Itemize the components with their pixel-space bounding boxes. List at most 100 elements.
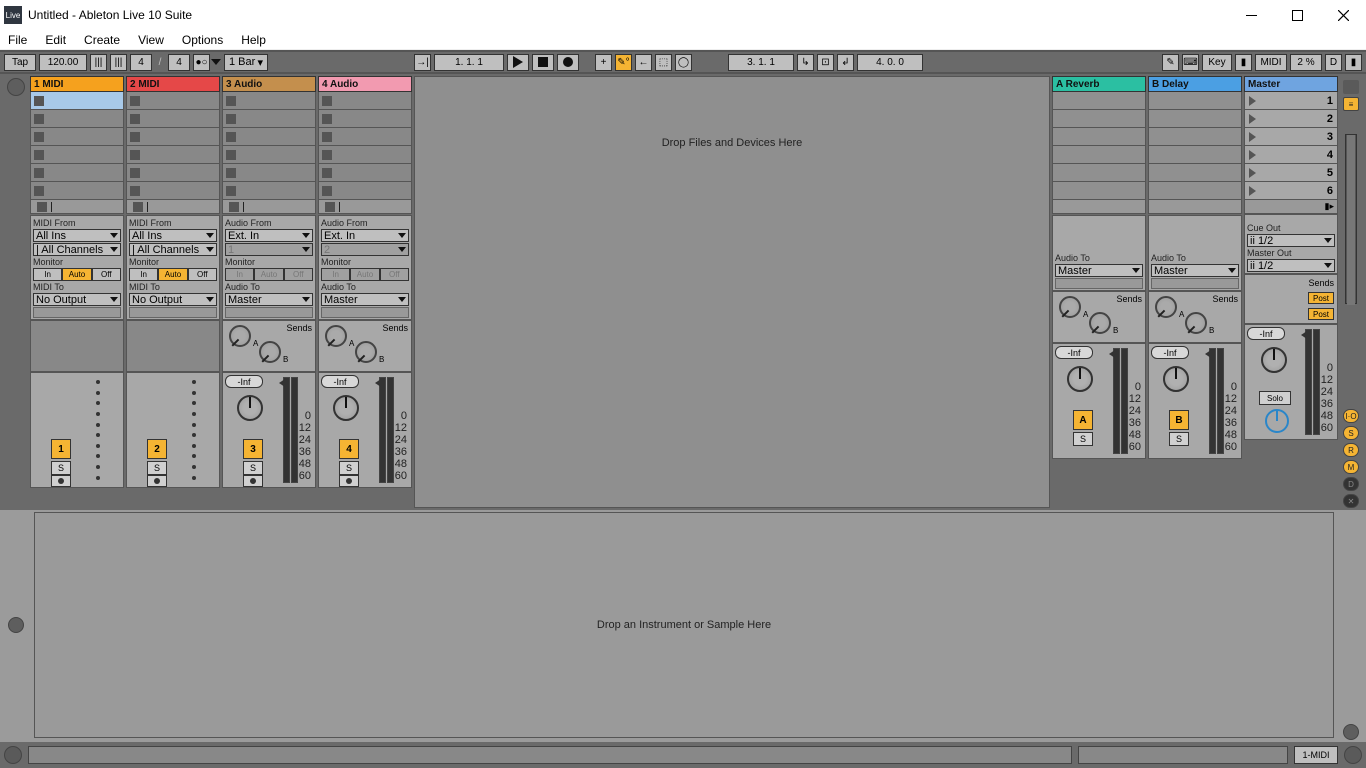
browser-toggle[interactable] xyxy=(7,78,25,96)
clip-slot[interactable] xyxy=(30,164,124,182)
menu-create[interactable]: Create xyxy=(84,33,120,47)
send-b-knob[interactable] xyxy=(1089,312,1111,334)
output-select[interactable]: Master xyxy=(1055,264,1143,277)
output-select[interactable]: No Output xyxy=(129,293,217,306)
monitor-in[interactable]: In xyxy=(129,268,158,281)
track-activator[interactable]: B xyxy=(1169,410,1189,430)
follow-button[interactable]: →| xyxy=(414,54,431,71)
clip-slot[interactable] xyxy=(126,128,220,146)
output-select[interactable]: Master xyxy=(321,293,409,306)
clip-slot[interactable] xyxy=(222,164,316,182)
monitor-off[interactable]: Off xyxy=(380,268,409,281)
returns-section-toggle[interactable]: R xyxy=(1343,443,1359,457)
clip-slot[interactable] xyxy=(318,128,412,146)
midi-track-indicator[interactable]: 1-MIDI xyxy=(1294,746,1338,764)
track-activator[interactable]: 4 xyxy=(339,439,359,459)
scene-1[interactable]: 1 xyxy=(1244,92,1338,110)
session-drop-area[interactable]: Drop Files and Devices Here xyxy=(414,76,1050,508)
clip-slot[interactable] xyxy=(30,92,124,110)
output-channel-select[interactable] xyxy=(129,307,217,318)
capture-button[interactable]: ⬚ xyxy=(655,54,672,71)
io-section-toggle[interactable]: I·O xyxy=(1343,409,1359,423)
track-activator[interactable]: 2 xyxy=(147,439,167,459)
clip-slot[interactable] xyxy=(30,128,124,146)
pan-knob[interactable] xyxy=(333,395,359,421)
pan-knob[interactable] xyxy=(1067,366,1093,392)
clip-slot[interactable] xyxy=(126,92,220,110)
input-channel-select[interactable]: | All Channels xyxy=(129,243,217,256)
track-title[interactable]: 4 Audio xyxy=(318,76,412,92)
delay-section-toggle[interactable]: D xyxy=(1343,477,1359,491)
loop-length[interactable]: 4. 0. 0 xyxy=(857,54,923,71)
pan-knob[interactable] xyxy=(1163,366,1189,392)
monitor-auto[interactable]: Auto xyxy=(158,268,187,281)
output-channel-select[interactable] xyxy=(1055,278,1143,289)
clip-slot[interactable] xyxy=(222,92,316,110)
monitor-in[interactable]: In xyxy=(321,268,350,281)
send-a-knob[interactable] xyxy=(1059,296,1081,318)
menu-file[interactable]: File xyxy=(8,33,27,47)
solo-button[interactable]: S xyxy=(1073,432,1093,446)
overview-icon[interactable] xyxy=(1343,80,1359,94)
computer-midi-keyboard[interactable]: ⌨ xyxy=(1182,54,1199,71)
dev-toggle-right[interactable] xyxy=(1343,724,1359,740)
tap-tempo-button[interactable]: Tap xyxy=(4,54,36,71)
monitor-off[interactable]: Off xyxy=(188,268,217,281)
scene-6[interactable]: 6 xyxy=(1244,182,1338,200)
minimize-button[interactable] xyxy=(1228,0,1274,30)
clip-slot[interactable] xyxy=(222,110,316,128)
input-channel-select[interactable]: 1 xyxy=(225,243,313,256)
time-sig-num[interactable]: 4 xyxy=(130,54,152,71)
midi-map-button[interactable]: MIDI xyxy=(1255,54,1287,71)
clip-slot[interactable] xyxy=(126,182,220,200)
arrangement-position[interactable]: 1. 1. 1 xyxy=(434,54,504,71)
master-pan[interactable] xyxy=(1261,347,1287,373)
cue-out-select[interactable]: ii 1/2 xyxy=(1247,234,1335,247)
menu-options[interactable]: Options xyxy=(182,33,223,47)
volume-value[interactable]: -Inf xyxy=(225,375,263,388)
menu-edit[interactable]: Edit xyxy=(45,33,66,47)
input-type-select[interactable]: All Ins xyxy=(33,229,121,242)
output-select[interactable]: Master xyxy=(225,293,313,306)
track-activator[interactable]: 1 xyxy=(51,439,71,459)
send-b-knob[interactable] xyxy=(355,341,377,363)
tempo-nudge-up[interactable]: ||| xyxy=(110,54,127,71)
output-channel-select[interactable] xyxy=(1151,278,1239,289)
scene-5[interactable]: 5 xyxy=(1244,164,1338,182)
status-ind-left[interactable] xyxy=(4,746,22,764)
track-title[interactable]: 1 MIDI xyxy=(30,76,124,92)
post-b[interactable]: Post xyxy=(1308,308,1334,320)
input-channel-select[interactable]: 2 xyxy=(321,243,409,256)
loop-button[interactable]: ⊡ xyxy=(817,54,834,71)
monitor-auto[interactable]: Auto xyxy=(254,268,283,281)
menu-view[interactable]: View xyxy=(138,33,164,47)
clip-slot[interactable] xyxy=(222,128,316,146)
crossfader[interactable] xyxy=(1265,409,1289,433)
close-button[interactable] xyxy=(1320,0,1366,30)
track-activator[interactable]: 3 xyxy=(243,439,263,459)
send-a-knob[interactable] xyxy=(1155,296,1177,318)
output-channel-select[interactable] xyxy=(33,307,121,318)
arm-button[interactable] xyxy=(147,475,167,487)
send-a-knob[interactable] xyxy=(229,325,251,347)
volume-value[interactable]: -Inf xyxy=(321,375,359,388)
clip-slot[interactable] xyxy=(126,110,220,128)
input-type-select[interactable]: Ext. In xyxy=(225,229,313,242)
stop-button[interactable] xyxy=(532,54,554,71)
monitor-in[interactable]: In xyxy=(33,268,62,281)
master-out-select[interactable]: ii 1/2 xyxy=(1247,259,1335,272)
clip-slot[interactable] xyxy=(30,146,124,164)
metronome-menu[interactable] xyxy=(211,59,221,65)
menu-help[interactable]: Help xyxy=(241,33,266,47)
sends-section-toggle[interactable]: S xyxy=(1343,426,1359,440)
scene-2[interactable]: 2 xyxy=(1244,110,1338,128)
punch-in-button[interactable]: ↳ xyxy=(797,54,814,71)
crossfade-section-toggle[interactable]: ✕ xyxy=(1343,494,1359,508)
clip-stop-row[interactable] xyxy=(126,200,220,214)
clip-slot[interactable] xyxy=(318,146,412,164)
track-activator[interactable]: A xyxy=(1073,410,1093,430)
clip-stop-row[interactable] xyxy=(318,200,412,214)
return-title[interactable]: B Delay xyxy=(1148,76,1242,92)
quantize-menu[interactable]: 1 Bar▾ xyxy=(224,54,268,71)
send-b-knob[interactable] xyxy=(1185,312,1207,334)
